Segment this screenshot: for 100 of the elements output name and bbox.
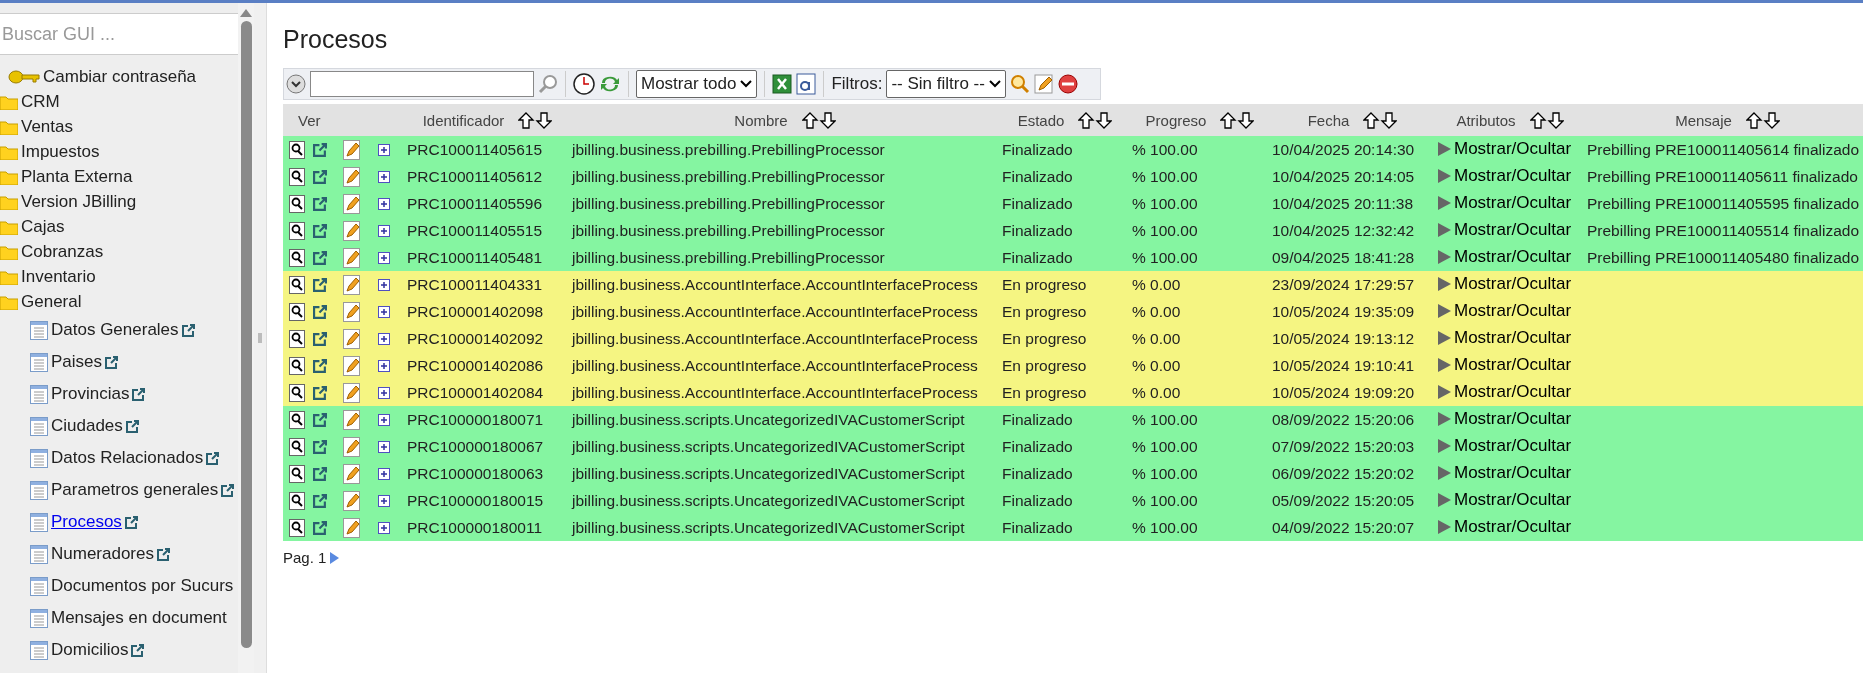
- table-row[interactable]: PRC100000180011 jbilling.business.scripts.UncategorizedIVACustomerScript Finalizado % 100.00 04/09/2022 15:20:07 Mostrar/Ocultar: [283, 514, 1863, 541]
- external-link-icon[interactable]: [313, 223, 327, 238]
- next-page-icon[interactable]: [330, 551, 340, 564]
- column-header[interactable]: Nombre: [570, 104, 1000, 136]
- external-link-icon[interactable]: [313, 250, 327, 265]
- view-details-icon[interactable]: [289, 248, 305, 267]
- view-details-icon[interactable]: [289, 194, 305, 213]
- column-header[interactable]: Mensaje: [1585, 104, 1863, 136]
- expand-icon[interactable]: [378, 143, 390, 156]
- external-link-icon[interactable]: [313, 493, 327, 508]
- external-link-icon[interactable]: [313, 439, 327, 454]
- external-link-icon[interactable]: [313, 142, 327, 157]
- table-row[interactable]: PRC100011405612 jbilling.business.prebilling.PrebillingProcessor Finalizado % 100.00 10/04/2025 20:14:05 Mostrar/Ocultar Prebilling PRE100011405611 finalizado: [283, 163, 1863, 190]
- menu-item[interactable]: Datos Relacionados: [51, 448, 204, 468]
- scroll-up-arrow-icon[interactable]: [240, 9, 252, 17]
- edit-icon[interactable]: [343, 193, 360, 214]
- sort-arrows-icon[interactable]: [1078, 111, 1113, 129]
- table-row[interactable]: PRC100001402086 jbilling.business.AccountInterface.AccountInterfaceProcess En progreso % 0.00 10/05/2024 19:10:41 Mostrar/Ocultar: [283, 352, 1863, 379]
- sort-arrows-icon[interactable]: [1363, 111, 1398, 129]
- external-link-icon[interactable]: [313, 277, 327, 292]
- dropdown-button[interactable]: [286, 74, 306, 94]
- menu-item[interactable]: Ciudades: [51, 416, 123, 436]
- menu-item[interactable]: Domicilios: [51, 640, 129, 660]
- menu-item[interactable]: Planta Externa: [21, 166, 133, 187]
- edit-icon[interactable]: [1033, 74, 1054, 94]
- show-hide-toggle[interactable]: Mostrar/Ocultar: [1437, 247, 1572, 267]
- edit-icon[interactable]: [343, 247, 360, 268]
- table-row[interactable]: PRC100011405615 jbilling.business.prebilling.PrebillingProcessor Finalizado % 100.00 10/04/2025 20:14:30 Mostrar/Ocultar Prebilling PRE100011405614 finalizado: [283, 136, 1863, 163]
- table-row[interactable]: PRC100000180015 jbilling.business.scripts.UncategorizedIVACustomerScript Finalizado % 100.00 05/09/2022 15:20:05 Mostrar/Ocultar: [283, 487, 1863, 514]
- delete-icon[interactable]: [1057, 74, 1078, 94]
- external-link-icon[interactable]: [125, 419, 139, 433]
- view-details-icon[interactable]: [289, 140, 305, 159]
- expand-icon[interactable]: [378, 440, 390, 453]
- edit-icon[interactable]: [343, 139, 360, 160]
- spreadsheet-export-icon[interactable]: [772, 74, 793, 94]
- edit-icon[interactable]: [343, 490, 360, 511]
- external-link-icon[interactable]: [313, 331, 327, 346]
- show-hide-toggle[interactable]: Mostrar/Ocultar: [1437, 220, 1572, 240]
- view-details-icon[interactable]: [289, 491, 305, 510]
- expand-icon[interactable]: [378, 413, 390, 426]
- search-icon[interactable]: [1009, 74, 1030, 94]
- edit-icon[interactable]: [343, 409, 360, 430]
- external-link-icon[interactable]: [221, 483, 235, 497]
- edit-icon[interactable]: [343, 355, 360, 376]
- external-link-icon[interactable]: [313, 520, 327, 535]
- expand-icon[interactable]: [378, 278, 390, 291]
- view-details-icon[interactable]: [289, 356, 305, 375]
- table-row[interactable]: PRC100011405481 jbilling.business.prebilling.PrebillingProcessor Finalizado % 100.00 09/04/2025 18:41:28 Mostrar/Ocultar Prebilling PRE100011405480 finalizado: [283, 244, 1863, 271]
- sort-arrows-icon[interactable]: [801, 111, 836, 129]
- menu-item[interactable]: CRM: [21, 91, 60, 112]
- sort-arrows-icon[interactable]: [518, 111, 553, 129]
- edit-icon[interactable]: [343, 436, 360, 457]
- external-link-icon[interactable]: [313, 196, 327, 211]
- menu-item[interactable]: Inventario: [21, 266, 96, 287]
- view-details-icon[interactable]: [289, 167, 305, 186]
- edit-icon[interactable]: [343, 166, 360, 187]
- menu-item[interactable]: Provincias: [51, 384, 130, 404]
- menu-item[interactable]: Numeradores: [51, 544, 154, 564]
- sort-arrows-icon[interactable]: [1745, 111, 1780, 129]
- edit-icon[interactable]: [343, 382, 360, 403]
- external-link-icon[interactable]: [131, 643, 145, 657]
- column-header[interactable]: Progreso: [1130, 104, 1270, 136]
- expand-icon[interactable]: [378, 305, 390, 318]
- external-link-icon[interactable]: [132, 387, 146, 401]
- external-link-icon[interactable]: [105, 355, 119, 369]
- table-row[interactable]: PRC100000180067 jbilling.business.scripts.UncategorizedIVACustomerScript Finalizado % 100.00 07/09/2022 15:20:03 Mostrar/Ocultar: [283, 433, 1863, 460]
- external-link-icon[interactable]: [206, 451, 220, 465]
- view-details-icon[interactable]: [289, 437, 305, 456]
- show-hide-toggle[interactable]: Mostrar/Ocultar: [1437, 328, 1572, 348]
- menu-item[interactable]: Cajas: [21, 216, 65, 237]
- expand-icon[interactable]: [378, 386, 390, 399]
- external-link-icon[interactable]: [157, 547, 170, 561]
- menu-item[interactable]: General: [21, 291, 82, 312]
- show-hide-toggle[interactable]: Mostrar/Ocultar: [1437, 490, 1572, 510]
- menu-item[interactable]: Procesos: [51, 512, 122, 532]
- filter-select[interactable]: -- Sin filtro --: [886, 70, 1006, 98]
- table-row[interactable]: PRC100001402092 jbilling.business.AccountInterface.AccountInterfaceProcess En progreso % 0.00 10/05/2024 19:13:12 Mostrar/Ocultar: [283, 325, 1863, 352]
- external-link-icon[interactable]: [313, 412, 327, 427]
- menu-item[interactable]: Cambiar contraseña: [43, 66, 197, 87]
- menu-item[interactable]: Datos Generales: [51, 320, 179, 340]
- scrollbar[interactable]: [238, 3, 254, 673]
- expand-icon[interactable]: [378, 494, 390, 507]
- view-details-icon[interactable]: [289, 518, 305, 537]
- external-link-icon[interactable]: [313, 358, 327, 373]
- view-details-icon[interactable]: [289, 383, 305, 402]
- view-details-icon[interactable]: [289, 329, 305, 348]
- view-select[interactable]: Mostrar todo: [636, 70, 758, 98]
- show-hide-toggle[interactable]: Mostrar/Ocultar: [1437, 274, 1572, 294]
- search-field[interactable]: [310, 71, 534, 97]
- search-icon[interactable]: [538, 74, 558, 94]
- column-header[interactable]: Fecha: [1270, 104, 1435, 136]
- expand-icon[interactable]: [378, 359, 390, 372]
- edit-icon[interactable]: [343, 517, 360, 538]
- column-header[interactable]: Ver: [283, 104, 405, 136]
- show-hide-toggle[interactable]: Mostrar/Ocultar: [1437, 166, 1572, 186]
- menu-item[interactable]: Paises: [51, 352, 103, 372]
- expand-icon[interactable]: [378, 170, 390, 183]
- expand-icon[interactable]: [378, 224, 390, 237]
- table-row[interactable]: PRC100011405515 jbilling.business.prebilling.PrebillingProcessor Finalizado % 100.00 10/04/2025 12:32:42 Mostrar/Ocultar Prebilling PRE100011405514 finalizado: [283, 217, 1863, 244]
- external-link-icon[interactable]: [313, 304, 327, 319]
